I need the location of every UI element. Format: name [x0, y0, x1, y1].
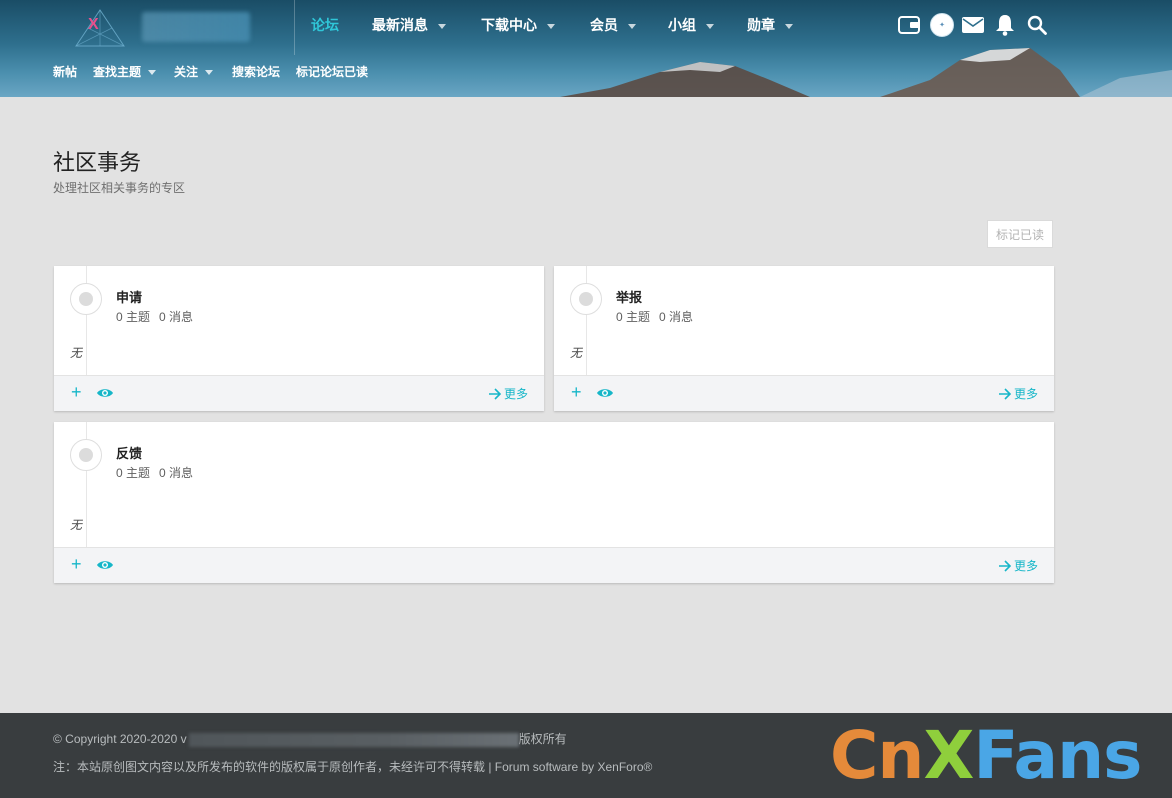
empty-text: 无 — [70, 346, 83, 360]
nav-groups[interactable]: 小组 — [668, 15, 714, 37]
forum-card-feedback: 反馈 0 主题 0 消息 无 + 更多 — [54, 422, 1054, 583]
subnav-new-posts-label: 新帖 — [53, 65, 78, 79]
thread-count: 0 主题 — [116, 310, 151, 324]
mail-icon[interactable] — [960, 12, 986, 38]
forum-stats: 0 主题 0 消息 — [616, 308, 693, 325]
site-header: X 论坛 最新消息 下载中心 会员 小组 勋章 新帖 查找主题 关注 搜索论坛 … — [0, 0, 1172, 97]
nav-forum-label: 论坛 — [311, 17, 339, 33]
empty-text: 无 — [70, 518, 83, 532]
message-count: 0 消息 — [159, 310, 194, 324]
card-footer: + 更多 — [554, 375, 1054, 411]
logo-mark-icon — [75, 9, 125, 47]
forum-status-icon — [70, 283, 102, 315]
message-count: 0 消息 — [159, 466, 194, 480]
watermark-part-cn: Cn — [830, 717, 924, 794]
subnav-search-forums-label: 搜索论坛 — [232, 65, 281, 79]
more-link[interactable]: 更多 — [998, 385, 1038, 402]
forum-stats: 0 主题 0 消息 — [116, 464, 193, 481]
watermark-logo: CnXFans — [830, 717, 1142, 794]
forum-card-report: 举报 0 主题 0 消息 无 + 更多 — [554, 266, 1054, 411]
add-thread-icon[interactable]: + — [71, 382, 82, 402]
subnav-watched-label: 关注 — [174, 65, 199, 79]
nav-divider — [294, 0, 295, 55]
subnav-find-threads[interactable]: 查找主题 — [93, 63, 157, 80]
footer-notice: 注：本站原创图文内容以及所发布的软件的版权属于原创作者，未经许可不得转载 | F… — [53, 760, 653, 774]
mark-read-button[interactable]: 标记已读 — [987, 220, 1053, 248]
chevron-down-icon — [706, 23, 714, 29]
watermark-part-fans: Fans — [973, 717, 1142, 794]
chevron-down-icon — [547, 23, 555, 29]
nav-latest[interactable]: 最新消息 — [372, 15, 446, 37]
forum-card-apply: 申请 0 主题 0 消息 无 + 更多 — [54, 266, 544, 411]
forum-status-icon — [70, 439, 102, 471]
site-logo[interactable]: X — [70, 8, 250, 48]
subnav-watched[interactable]: 关注 — [174, 63, 214, 80]
subnav-mark-read-label: 标记论坛已读 — [296, 65, 369, 79]
nav-groups-label: 小组 — [668, 17, 696, 33]
nav-forum[interactable]: 论坛 — [311, 15, 339, 37]
forum-title[interactable]: 举报 — [616, 287, 642, 306]
logo-letter: X — [88, 16, 99, 33]
watch-eye-icon[interactable] — [96, 558, 114, 576]
nav-members-label: 会员 — [590, 17, 618, 33]
chevron-down-icon — [438, 23, 446, 29]
page-title: 社区事务 — [53, 150, 142, 175]
arrow-right-icon — [998, 387, 1012, 400]
nav-members[interactable]: 会员 — [590, 15, 636, 37]
arrow-right-icon — [998, 559, 1012, 572]
avatar[interactable]: ✦ — [930, 13, 954, 37]
forum-title[interactable]: 反馈 — [116, 443, 142, 462]
nav-medals[interactable]: 勋章 — [747, 15, 793, 37]
nav-downloads[interactable]: 下载中心 — [481, 15, 555, 37]
chevron-down-icon — [628, 23, 636, 29]
subnav-mark-read[interactable]: 标记论坛已读 — [296, 63, 368, 80]
more-label: 更多 — [1013, 387, 1038, 401]
chevron-down-icon — [785, 23, 793, 29]
redacted-site-name — [188, 732, 519, 747]
more-link[interactable]: 更多 — [998, 557, 1038, 574]
more-label: 更多 — [503, 387, 528, 401]
search-icon[interactable] — [1024, 12, 1050, 38]
card-footer: + 更多 — [54, 375, 544, 411]
chevron-down-icon — [205, 70, 214, 76]
copyright-suffix: 版权所有 — [518, 732, 567, 746]
chevron-down-icon — [148, 70, 157, 76]
empty-text: 无 — [570, 346, 583, 360]
arrow-right-icon — [488, 387, 502, 400]
subnav-search-forums[interactable]: 搜索论坛 — [232, 63, 280, 80]
subnav-new-posts[interactable]: 新帖 — [53, 63, 77, 80]
copyright: © Copyright 2020-2020 v 版权所有 — [53, 730, 567, 747]
watch-eye-icon[interactable] — [96, 386, 114, 404]
forum-title[interactable]: 申请 — [116, 287, 142, 306]
wallet-icon[interactable] — [896, 12, 922, 38]
thread-count: 0 主题 — [116, 466, 151, 480]
nav-downloads-label: 下载中心 — [481, 17, 537, 33]
bell-icon[interactable] — [992, 12, 1018, 38]
subnav-find-threads-label: 查找主题 — [93, 65, 142, 79]
watch-eye-icon[interactable] — [596, 386, 614, 404]
page-description: 处理社区相关事务的专区 — [53, 181, 186, 195]
card-footer: + 更多 — [54, 547, 1054, 583]
copyright-prefix: © Copyright 2020-2020 v — [53, 732, 187, 746]
watermark-part-x: X — [923, 717, 974, 794]
logo-redacted-text — [142, 12, 250, 42]
forum-stats: 0 主题 0 消息 — [116, 308, 193, 325]
add-thread-icon[interactable]: + — [71, 554, 82, 574]
add-thread-icon[interactable]: + — [571, 382, 582, 402]
more-label: 更多 — [1013, 559, 1038, 573]
forum-status-icon — [570, 283, 602, 315]
message-count: 0 消息 — [659, 310, 694, 324]
nav-latest-label: 最新消息 — [372, 17, 428, 33]
thread-count: 0 主题 — [616, 310, 651, 324]
more-link[interactable]: 更多 — [488, 385, 528, 402]
nav-medals-label: 勋章 — [747, 17, 775, 33]
